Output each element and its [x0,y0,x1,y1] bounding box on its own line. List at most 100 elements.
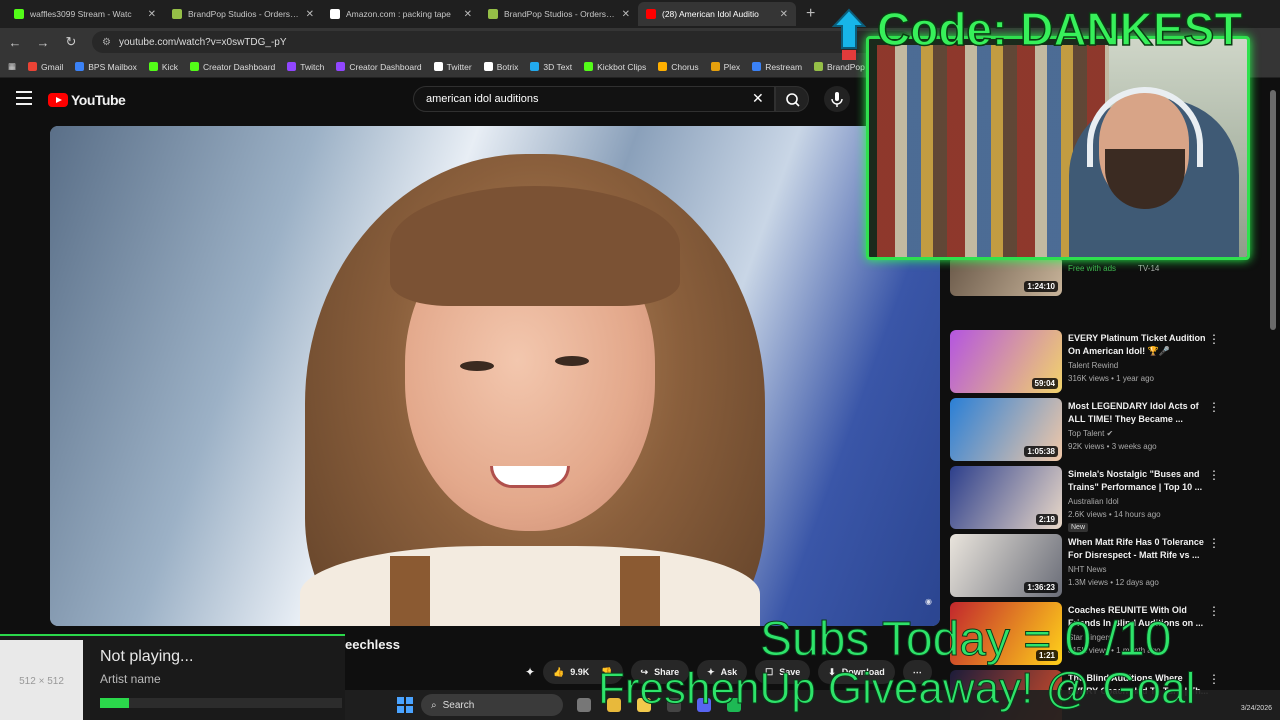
related-video-item[interactable]: 1:24:10 Free with ads TV-14 [950,256,1268,330]
bookmark-item[interactable]: Creator Dashboard [189,62,275,72]
video-meta: 316K views • 1 year ago [1068,374,1154,383]
back-icon[interactable]: ← [8,35,22,50]
video-thumbnail[interactable]: 1:05:38 [950,398,1062,461]
bookmark-item[interactable]: Kick [148,62,178,72]
channel-name[interactable]: Australian Idol [1068,497,1119,506]
kick-icon [14,9,24,19]
video-duration: 1:05:38 [1024,446,1058,457]
more-options-icon[interactable]: ⋮ [1208,332,1220,346]
bookmark-item[interactable]: BPS Mailbox [75,62,137,72]
site-info-icon[interactable]: ⚙ [102,37,111,48]
clear-search-icon[interactable]: ✕ [752,90,764,107]
related-video-item[interactable]: 2:19 Simela's Nostalgic "Buses and Trains… [950,466,1268,534]
video-duration: 1:36:23 [1024,582,1058,593]
video-title-link[interactable]: Most LEGENDARY Idol Acts of ALL TIME! Th… [1068,400,1210,425]
close-icon[interactable]: ✕ [306,9,314,20]
address-bar[interactable]: ⚙ youtube.com/watch?v=x0swTDG_-pY [92,31,912,53]
screen: waffles3099 Stream - Watc ✕ BrandPop Stud… [0,0,1280,720]
sparkle-icon[interactable]: ✦ [525,665,535,679]
channel-name[interactable]: NHT News [1068,565,1107,574]
bookmark-favicon-icon [530,62,540,71]
bookmark-favicon-icon [710,62,720,71]
bookmark-favicon-icon [148,62,158,71]
bookmark-favicon-icon [584,62,594,71]
now-playing-artist: Artist name [100,672,161,686]
bookmark-item[interactable]: Plex [710,62,740,72]
mic-icon [831,92,843,107]
channel-watermark-icon[interactable]: ◉ [925,597,932,606]
reload-icon[interactable]: ↻ [64,34,78,50]
channel-name[interactable]: Top Talent ✔ [1068,429,1113,438]
windows-start-icon[interactable] [397,697,413,713]
taskbar-date: 3/24/2026 [1240,705,1272,712]
bookmark-favicon-icon [483,62,493,71]
bookmark-item[interactable]: Twitch [287,62,324,72]
bookmark-favicon-icon [336,62,346,71]
browser-tab[interactable]: BrandPop Studios - Orders - #1 ✕ [480,2,638,26]
shopify-icon [172,9,182,19]
browser-tab-active[interactable]: (28) American Idol Auditio ✕ [638,2,796,26]
video-player[interactable]: ◉ [50,126,940,626]
video-thumbnail[interactable]: 1:36:23 [950,534,1062,597]
video-title-link[interactable]: EVERY Platinum Ticket Audition On Americ… [1068,332,1210,357]
bookmark-favicon-icon [28,62,38,71]
video-title: eechless [345,637,400,652]
new-tab-button[interactable]: + [796,5,825,23]
bookmark-item[interactable]: Twitter [433,62,472,72]
close-icon[interactable]: ✕ [780,9,788,20]
bookmark-item[interactable]: 3D Text [530,62,572,72]
browser-tab[interactable]: waffles3099 Stream - Watc ✕ [6,2,164,26]
video-title-link[interactable]: When Matt Rife Has 0 Tolerance For Disre… [1068,536,1210,561]
bookmark-item[interactable]: Gmail [28,62,63,72]
video-thumbnail[interactable]: 2:19 [950,466,1062,529]
related-video-item[interactable]: 1:05:38 Most LEGENDARY Idol Acts of ALL T… [950,398,1268,466]
browser-tab[interactable]: Amazon.com : packing tape ✕ [322,2,480,26]
video-duration: 59:04 [1031,378,1058,389]
voice-search-button[interactable] [824,86,850,112]
more-options-icon[interactable]: ⋮ [1208,604,1220,618]
task-view-icon[interactable] [577,698,591,712]
bookmark-item[interactable]: Kickbot Clips [584,62,646,72]
close-icon[interactable]: ✕ [622,9,630,20]
bookmark-item[interactable]: Chorus [658,62,699,72]
now-playing-progress-fill [100,698,130,708]
url-text: youtube.com/watch?v=x0swTDG_-pY [118,36,287,48]
now-playing-progress [100,698,342,708]
rating-label: TV-14 [1138,264,1160,273]
video-meta: 1.3M views • 12 days ago [1068,578,1159,587]
bookmark-item[interactable]: Botrix [483,62,518,72]
scrollbar[interactable] [1270,90,1276,330]
search-icon [786,93,800,107]
menu-icon[interactable] [16,91,32,107]
bookmark-favicon-icon [433,62,443,71]
related-video-item[interactable]: 59:04 EVERY Platinum Ticket Audition On A… [950,330,1268,398]
more-options-icon[interactable]: ⋮ [1208,400,1220,414]
youtube-logo[interactable]: YouTube [48,92,126,108]
taskbar-search[interactable]: ⌕ Search [421,694,563,716]
search-icon: ⌕ [431,699,437,711]
video-title-link[interactable]: Simela's Nostalgic "Buses and Trains" Pe… [1068,468,1210,493]
browser-tab[interactable]: BrandPop Studios - Orders - #1 ✕ [164,2,322,26]
search-button[interactable] [775,86,809,112]
bookmark-favicon-icon [814,62,824,71]
related-video-item[interactable]: 1:36:23 When Matt Rife Has 0 Tolerance Fo… [950,534,1268,602]
more-options-icon[interactable]: ⋮ [1208,468,1220,482]
channel-name[interactable]: Talent Rewind [1068,361,1118,370]
video-thumbnail[interactable]: 1:24:10 [950,256,1062,296]
shopify-icon [488,9,498,19]
subs-goal-text: Subs Today = 0 /10 [759,613,1172,667]
promo-code-text: Code: DANKEST [876,2,1243,56]
search-input[interactable]: american idol auditions [413,86,775,112]
close-icon[interactable]: ✕ [464,9,472,20]
more-options-icon[interactable]: ⋮ [1208,672,1220,686]
video-thumbnail[interactable]: 59:04 [950,330,1062,393]
bookmark-favicon-icon [752,62,762,71]
youtube-icon [646,9,656,19]
bookmark-item[interactable]: Restream [752,62,802,72]
forward-icon[interactable]: → [36,35,50,50]
video-duration: 1:24:10 [1024,281,1058,292]
close-icon[interactable]: ✕ [148,9,156,20]
bookmark-item[interactable]: Creator Dashboard [336,62,422,72]
apps-icon[interactable]: ▦ [8,61,16,72]
more-options-icon[interactable]: ⋮ [1208,536,1220,550]
